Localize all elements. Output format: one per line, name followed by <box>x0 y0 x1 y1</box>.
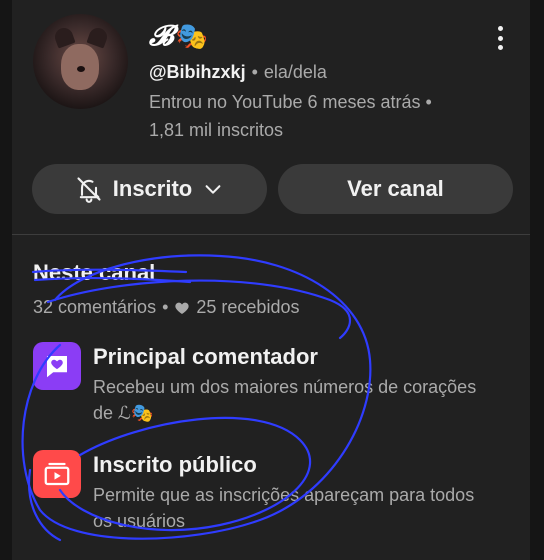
avatar-nose <box>77 66 85 72</box>
heart-icon <box>175 302 190 314</box>
chevron-down-icon <box>205 185 221 194</box>
hearts-received: 25 recebidos <box>196 297 300 317</box>
view-channel-label: Ver canal <box>347 176 444 201</box>
separator-dot: • <box>251 62 258 82</box>
channel-stats: 32 comentários • 25 recebidos <box>33 297 299 318</box>
badge-description: Recebeu um dos maiores números de coraçõ… <box>93 374 544 426</box>
badge-top-commenter: Principal comentador Recebeu um dos maio… <box>33 342 544 426</box>
avatar-ear <box>86 25 110 49</box>
comment-count: 32 comentários <box>33 297 157 317</box>
joined-date: Entrou no YouTube 6 meses atrás • <box>149 92 432 112</box>
badge-public-subscriber: Inscrito público Permite que as inscriçõ… <box>33 450 544 534</box>
separator-dot: • <box>162 297 169 317</box>
badge-description-line: de ℒ🎭 <box>93 403 154 423</box>
badge-title: Principal comentador <box>93 344 318 369</box>
badge-description-line: Recebeu um dos maiores números de coraçõ… <box>93 377 477 397</box>
subscriptions-icon <box>33 450 81 498</box>
subscribed-label: Inscrito <box>112 176 193 201</box>
theater-masks-emoji: 🎭 <box>175 21 209 51</box>
handle-row: @Bibihzxkj • ela/dela <box>149 62 327 83</box>
view-channel-button[interactable]: Ver canal <box>278 164 513 214</box>
more-options-icon[interactable] <box>490 24 510 52</box>
channel-handle: @Bibihzxkj <box>149 62 246 82</box>
heart-comment-icon <box>33 342 81 390</box>
badge-description: Permite que as inscrições apareçam para … <box>93 482 544 534</box>
section-divider <box>12 234 530 235</box>
badge-description-line: os usuários <box>93 511 186 531</box>
avatar[interactable] <box>33 14 128 109</box>
channel-name: 𝓑 🎭 <box>149 18 208 54</box>
section-title: Neste canal <box>33 260 156 285</box>
badge-title: Inscrito público <box>93 452 257 477</box>
subscribed-button[interactable]: Inscrito <box>32 164 267 214</box>
bell-off-icon <box>77 177 101 203</box>
pronouns: ela/dela <box>263 62 327 82</box>
badge-description-line: Permite que as inscrições apareçam para … <box>93 485 475 505</box>
channel-name-script: 𝓑 <box>149 19 174 52</box>
subscriber-count: 1,81 mil inscritos <box>149 120 284 140</box>
